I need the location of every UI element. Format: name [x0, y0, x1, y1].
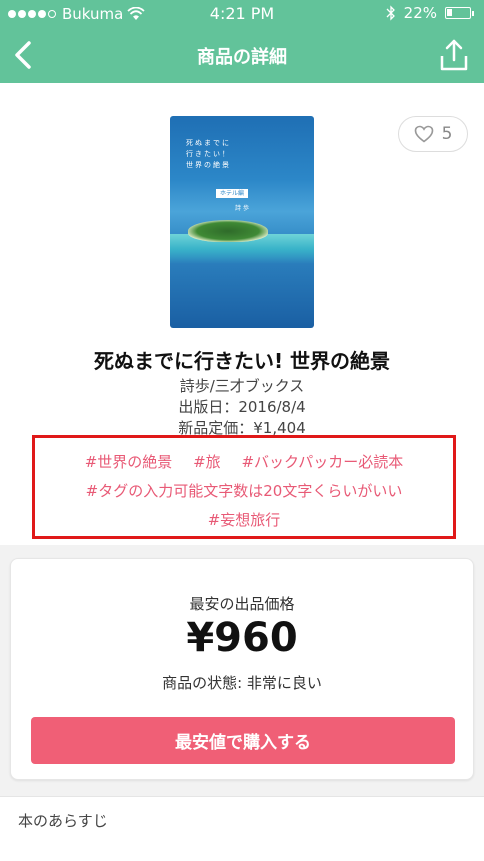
like-count: 5 [441, 124, 453, 144]
lowest-price-label: 最安の出品価格 [189, 595, 295, 613]
status-bar: Bukuma 4:21 PM 22% [0, 0, 484, 28]
tag-row: #タグの入力可能文字数は20文字くらいがいい [35, 480, 453, 501]
heart-icon [414, 125, 433, 143]
status-right: 22% [386, 4, 474, 22]
bluetooth-icon [386, 5, 395, 21]
tag[interactable]: #世界の絶景 [85, 453, 173, 471]
tag[interactable]: #妄想旅行 [208, 511, 281, 529]
item-condition: 商品の状態: 非常に良い [162, 674, 322, 692]
synopsis-label: 本のあらすじ [18, 812, 108, 830]
book-cover[interactable]: 死ぬまでに 行きたい！ 世界の絶景 ホテル編 詩 歩 [170, 116, 314, 328]
book-title: 死ぬまでに行きたい! 世界の絶景 [93, 349, 391, 373]
cover-author: 詩 歩 [235, 205, 249, 212]
tag-row: #妄想旅行 [35, 509, 453, 530]
lowest-price-value: ¥960 [186, 615, 298, 661]
tag-row: #世界の絶景 #旅 #バックパッカー必読本 [35, 451, 453, 472]
battery-percent: 22% [403, 4, 437, 22]
battery-icon [445, 7, 471, 19]
share-button[interactable] [438, 38, 470, 72]
nav-bar: 商品の詳細 [0, 28, 484, 83]
like-button[interactable]: 5 [398, 116, 468, 152]
cover-badge: ホテル編 [216, 189, 249, 198]
share-icon [440, 39, 468, 71]
tag[interactable]: #旅 [193, 453, 221, 471]
release-date: 出版日：2016/8/4 [178, 398, 306, 416]
author-publisher: 詩歩/三才ブックス [179, 377, 305, 395]
cover-title: 死ぬまでに 行きたい！ 世界の絶景 [186, 139, 231, 169]
synopsis-section[interactable]: 本のあらすじ [0, 796, 484, 861]
price-card: 最安の出品価格 ¥960 商品の状態: 非常に良い 最安値で購入する [10, 558, 474, 780]
book-detail: 死ぬまでに 行きたい！ 世界の絶景 ホテル編 詩 歩 5 死ぬまでに行きたい! … [0, 83, 484, 545]
buy-lowest-button[interactable]: 最安値で購入する [31, 717, 455, 764]
tag-list: #世界の絶景 #旅 #バックパッカー必読本 #タグの入力可能文字数は20文字くら… [32, 435, 456, 539]
tag[interactable]: #バックパッカー必読本 [241, 453, 403, 471]
tag[interactable]: #タグの入力可能文字数は20文字くらいがいい [86, 482, 403, 500]
page-title: 商品の詳細 [197, 47, 287, 68]
cover-island [188, 220, 268, 242]
